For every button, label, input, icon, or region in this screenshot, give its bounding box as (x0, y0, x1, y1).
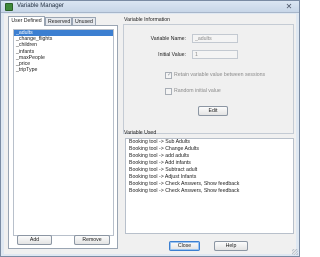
variable-information-label: Variable Information (124, 17, 171, 23)
initial-value-field[interactable] (192, 50, 238, 59)
initial-value-label: Initial Value: (158, 52, 186, 58)
tab-panel: _adults _change_flights _children _infan… (8, 25, 118, 249)
variable-used-label: Variable Used (124, 130, 157, 136)
help-button[interactable]: Help (214, 241, 248, 251)
app-icon (5, 3, 13, 11)
list-item[interactable]: Booking tool -> Subtract adult (126, 167, 293, 174)
tab-user-defined[interactable]: User Defined (8, 16, 45, 26)
list-item[interactable]: _tripType (14, 67, 113, 73)
checkmark-icon: ✓ (167, 72, 173, 78)
list-item[interactable]: Booking tool -> Adjust Infants (126, 174, 293, 181)
variable-list[interactable]: _adults _change_flights _children _infan… (13, 29, 114, 236)
remove-button[interactable]: Remove (74, 235, 110, 245)
edit-button[interactable]: Edit (198, 106, 228, 116)
close-button[interactable]: Close (169, 241, 200, 251)
variable-name-label: Variable Name: (150, 36, 186, 42)
list-item[interactable]: Booking tool -> Sub Adults (126, 139, 293, 146)
random-initial-checkbox[interactable] (165, 88, 172, 95)
list-item[interactable]: Booking tool -> Add infants (126, 160, 293, 167)
random-initial-label: Random initial value (174, 88, 221, 94)
close-icon[interactable]: ✕ (283, 2, 295, 11)
retain-value-checkbox[interactable]: ✓ (165, 72, 172, 79)
title-bar: Variable Manager ✕ (1, 1, 299, 13)
variable-manager-window: Variable Manager ✕ User Defined Reserved… (0, 0, 300, 257)
list-item[interactable]: Booking tool -> add adults (126, 153, 293, 160)
variable-name-field[interactable] (192, 34, 238, 43)
list-item[interactable]: Booking tool -> Check Answers, Show feed… (126, 188, 293, 195)
dialog-body: User Defined Reserved Unused _adults _ch… (4, 14, 296, 254)
add-button[interactable]: Add (17, 235, 52, 245)
variable-used-list[interactable]: Booking tool -> Sub Adults Booking tool … (125, 138, 294, 234)
window-title: Variable Manager (17, 3, 64, 9)
list-item[interactable]: Booking tool -> Change Adults (126, 146, 293, 153)
resize-grip-icon[interactable] (292, 249, 298, 255)
list-item[interactable]: Booking tool -> Check Answers, Show feed… (126, 181, 293, 188)
retain-value-label: Retain variable value between sessions (174, 72, 266, 78)
